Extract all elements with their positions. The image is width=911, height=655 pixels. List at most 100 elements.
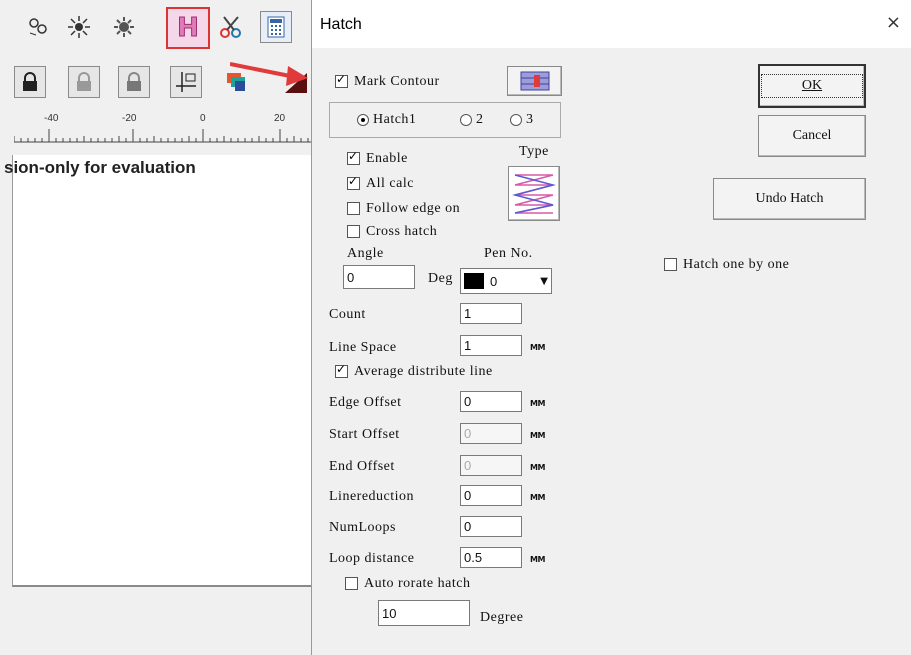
unit-label: MM xyxy=(530,343,545,352)
ok-button[interactable]: OK xyxy=(758,64,866,108)
type-label: Type xyxy=(519,144,549,159)
unit-label: MM xyxy=(530,555,545,564)
unit-label: MM xyxy=(530,493,545,502)
start-offset-label: Start Offset xyxy=(329,427,400,442)
radio-hatch3[interactable]: 3 xyxy=(510,112,534,128)
red-arrow-icon xyxy=(230,62,308,86)
deg-label: Deg xyxy=(428,271,453,286)
calculator-icon[interactable] xyxy=(260,11,292,43)
line-space-label: Line Space xyxy=(329,340,397,355)
auto-rotate-checkbox[interactable]: Auto rorate hatch xyxy=(345,576,470,592)
cancel-button[interactable]: Cancel xyxy=(758,115,866,157)
line-space-input[interactable] xyxy=(460,335,522,356)
radio-unselected-icon xyxy=(510,113,522,126)
mark-contour-label: Mark Contour xyxy=(354,74,440,89)
lock-icon[interactable] xyxy=(14,66,46,98)
ok-button-label: OK xyxy=(760,74,864,98)
unit-label: MM xyxy=(530,431,545,440)
dialog-titlebar[interactable]: Hatch × xyxy=(312,0,911,48)
radio-unselected-icon xyxy=(460,113,472,126)
all-calc-checkbox[interactable]: All calc xyxy=(347,174,414,192)
checkbox-unchecked-icon xyxy=(347,225,360,239)
start-offset-input[interactable] xyxy=(460,423,522,444)
hatch-one-by-one-label: Hatch one by one xyxy=(683,257,790,272)
checkbox-checked-icon xyxy=(335,72,348,89)
ruler-tick: -20 xyxy=(122,113,137,124)
unit-label: MM xyxy=(530,399,545,408)
linereduction-label: Linereduction xyxy=(329,489,415,504)
evaluation-watermark: sion-only for evaluation xyxy=(4,158,196,177)
follow-edge-label: Follow edge on xyxy=(366,201,461,216)
chevron-down-icon: ▼ xyxy=(540,275,548,287)
all-calc-label: All calc xyxy=(366,176,414,191)
horizontal-ruler: -40 -20 0 20 xyxy=(14,113,311,143)
auto-rotate-label: Auto rorate hatch xyxy=(364,576,471,591)
background-app: H -40 -20 0 20 sion-only for evaluation xyxy=(0,0,313,655)
checkbox-unchecked-icon xyxy=(347,202,360,216)
contour-param-button[interactable] xyxy=(507,66,562,96)
end-offset-label: End Offset xyxy=(329,459,395,474)
average-distribute-checkbox[interactable]: Average distribute line xyxy=(335,362,493,380)
sparkle-icon[interactable] xyxy=(63,11,95,43)
checkbox-checked-icon xyxy=(347,149,360,166)
loop-distance-input[interactable] xyxy=(460,547,522,568)
checkbox-unchecked-icon xyxy=(345,577,358,591)
drawing-canvas[interactable] xyxy=(12,155,313,587)
degree-label: Degree xyxy=(480,610,524,625)
linereduction-input[interactable] xyxy=(460,485,522,506)
cross-hatch-checkbox[interactable]: Cross hatch xyxy=(347,224,437,240)
undo-hatch-button-label: Undo Hatch xyxy=(755,191,824,206)
ruler-tick: 0 xyxy=(200,113,206,124)
ruler-tick: -40 xyxy=(44,113,59,124)
edge-offset-label: Edge Offset xyxy=(329,395,402,410)
radio-hatch1[interactable]: Hatch1 xyxy=(357,112,416,128)
edge-offset-input[interactable] xyxy=(460,391,522,412)
checkbox-checked-icon xyxy=(335,362,348,379)
numloops-label: NumLoops xyxy=(329,520,396,535)
loop-distance-label: Loop distance xyxy=(329,551,415,566)
unlock-icon[interactable] xyxy=(68,66,100,98)
unit-label: MM xyxy=(530,463,545,472)
toolbar-row-1: H xyxy=(0,5,311,49)
follow-edge-checkbox[interactable]: Follow edge on xyxy=(347,201,460,217)
checkbox-checked-icon xyxy=(347,174,360,191)
hatch-dialog: Hatch × Mark Contour Hatch1 2 3 Enable T… xyxy=(311,0,911,655)
radio-hatch2-label: 2 xyxy=(476,112,484,127)
radio-hatch1-label: Hatch1 xyxy=(373,112,417,127)
ruler-tick: 20 xyxy=(274,113,286,124)
undo-hatch-button[interactable]: Undo Hatch xyxy=(713,178,866,220)
pen-no-label: Pen No. xyxy=(484,246,533,261)
nodes-icon[interactable] xyxy=(22,11,54,43)
zigzag-type-icon xyxy=(512,173,556,214)
radio-hatch3-label: 3 xyxy=(526,112,534,127)
rotate-angle-input[interactable] xyxy=(378,600,470,626)
close-icon[interactable]: × xyxy=(886,12,901,33)
radio-selected-icon xyxy=(357,113,369,126)
hatch-pattern-icon xyxy=(520,71,549,91)
hatch-one-by-one-checkbox[interactable]: Hatch one by one xyxy=(664,257,789,273)
scissors-icon[interactable] xyxy=(215,11,247,43)
pen-value: 0 xyxy=(490,273,498,289)
reference-point-icon[interactable] xyxy=(170,66,202,98)
average-distribute-label: Average distribute line xyxy=(354,364,493,379)
hatch-type-button[interactable] xyxy=(508,166,560,221)
cross-hatch-label: Cross hatch xyxy=(366,224,438,239)
end-offset-input[interactable] xyxy=(460,455,522,476)
checkbox-unchecked-icon xyxy=(664,258,677,272)
pen-select[interactable]: 0 ▼ xyxy=(460,268,552,294)
angle-label: Angle xyxy=(347,246,384,261)
gear-sun-icon[interactable] xyxy=(108,11,140,43)
count-input[interactable] xyxy=(460,303,522,324)
radio-hatch2[interactable]: 2 xyxy=(460,112,484,128)
pen-color-swatch xyxy=(464,273,484,289)
cancel-button-label: Cancel xyxy=(792,128,832,143)
enable-checkbox[interactable]: Enable xyxy=(347,149,408,167)
enable-label: Enable xyxy=(366,151,408,166)
count-label: Count xyxy=(329,307,366,322)
numloops-input[interactable] xyxy=(460,516,522,537)
mark-contour-checkbox[interactable]: Mark Contour xyxy=(335,72,440,90)
angle-input[interactable] xyxy=(343,265,415,289)
dialog-title: Hatch xyxy=(320,16,362,33)
hatch-tool-icon[interactable]: H xyxy=(166,7,210,49)
lock-all-icon[interactable] xyxy=(118,66,150,98)
